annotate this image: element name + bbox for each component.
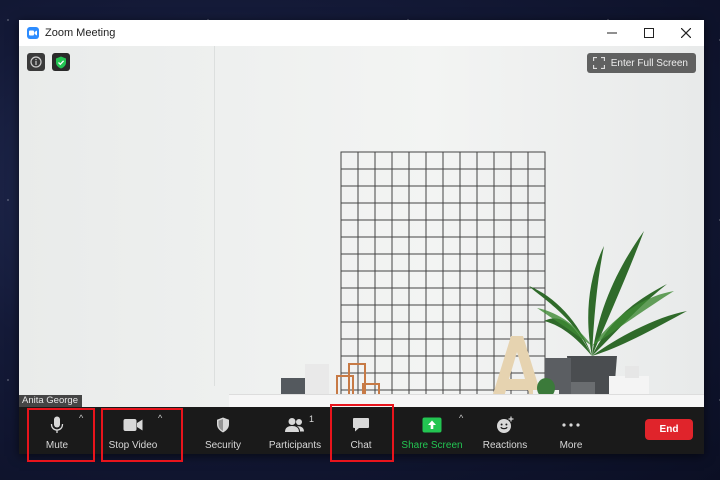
chat-bubble-icon [353,418,369,432]
video-options-chevron-up-icon[interactable]: ^ [158,413,162,423]
mute-button[interactable]: Mute [31,407,83,454]
security-button[interactable]: Security [201,407,245,454]
video-feed: Enter Full Screen Anita George [19,46,704,407]
chat-label: Chat [350,440,372,451]
mute-label: Mute [45,440,69,451]
close-button[interactable] [667,20,704,46]
maximize-icon [643,28,654,38]
meeting-toolbar: Mute ^ Stop Video ^ Security 1 Participa… [19,407,704,454]
reactions-button[interactable]: Reactions [481,407,529,454]
share-options-chevron-up-icon[interactable]: ^ [459,413,463,423]
zoom-logo-icon [27,27,39,39]
maximize-button[interactable] [630,20,667,46]
participant-name-tag: Anita George [19,395,82,407]
room-scene [281,151,687,407]
chat-button[interactable]: Chat [341,407,381,454]
minimize-icon [606,32,617,34]
security-label: Security [204,440,242,451]
share-screen-icon [422,417,442,433]
window-controls [593,20,704,46]
video-camera-icon [123,419,143,431]
minimize-button[interactable] [593,20,630,46]
shelf [229,394,704,407]
title-bar: Zoom Meeting [19,20,704,46]
meeting-info-button[interactable] [27,53,45,71]
end-meeting-button[interactable]: End [645,419,693,440]
shield-check-icon [56,56,66,68]
participants-button[interactable]: 1 Participants [263,407,327,454]
encryption-button[interactable] [52,53,70,71]
close-icon [680,28,691,38]
participants-icon [285,418,304,432]
share-screen-label: Share Screen [401,440,463,451]
microphone-icon [50,416,64,433]
window-title: Zoom Meeting [45,27,116,39]
ellipsis-icon [562,423,580,427]
shield-icon [217,417,229,433]
fullscreen-icon [592,57,605,69]
stop-video-label: Stop Video [108,440,158,451]
reactions-label: Reactions [482,440,528,451]
smiley-plus-icon [497,416,514,433]
participants-count: 1 [308,414,314,424]
more-label: More [559,440,583,451]
zoom-window: Zoom Meeting Enter Full Screen Anita Geo… [19,20,704,454]
fullscreen-label: Enter Full Screen [610,57,688,69]
info-icon [30,56,42,68]
wire-grid-board [340,151,546,407]
audio-options-chevron-up-icon[interactable]: ^ [79,413,83,423]
share-screen-button[interactable]: Share Screen [401,407,463,454]
participants-label: Participants [268,440,322,451]
enter-full-screen-button[interactable]: Enter Full Screen [586,53,696,73]
more-button[interactable]: More [551,407,591,454]
stop-video-button[interactable]: Stop Video [105,407,161,454]
